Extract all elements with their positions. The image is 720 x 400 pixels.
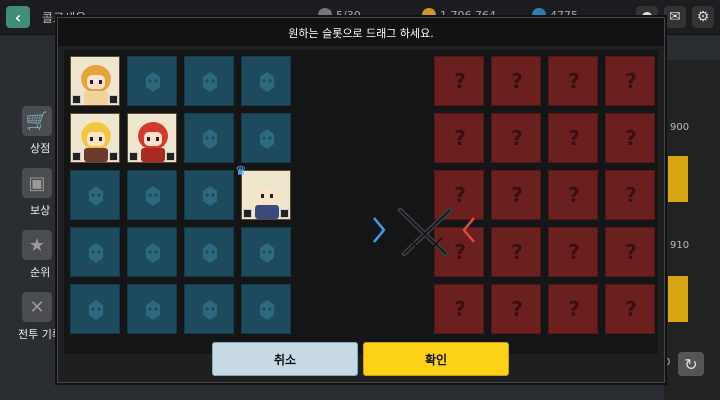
question-mark-icon: ?: [568, 240, 580, 264]
dialog-header: 원하는 슬롯으로 드래그 하세요.: [58, 18, 664, 46]
class-badge: [280, 209, 289, 218]
right-value: 900: [670, 122, 690, 133]
enemy-slot: ?: [434, 284, 484, 334]
question-mark-icon: ?: [454, 69, 466, 93]
empty-slot[interactable]: [184, 284, 234, 334]
enemy-slot: ?: [605, 284, 655, 334]
question-mark-icon: ?: [625, 297, 637, 321]
question-mark-icon: ?: [511, 183, 523, 207]
crown-icon: ♛: [235, 164, 247, 179]
empty-slot[interactable]: [184, 170, 234, 220]
crossed-swords-icon: [373, 207, 475, 257]
side-item-reward[interactable]: ▣ 보상: [0, 162, 56, 224]
gold-bar: [668, 276, 688, 322]
element-badge: [129, 152, 138, 161]
question-mark-icon: ?: [511, 69, 523, 93]
element-badge: [72, 95, 81, 104]
dialog-title: 원하는 슬롯으로 드래그 하세요.: [288, 27, 434, 40]
question-mark-icon: ?: [511, 240, 523, 264]
hero-slot-fox-girl[interactable]: [70, 56, 120, 106]
class-badge: [166, 152, 175, 161]
empty-slot[interactable]: [184, 113, 234, 163]
enemy-slot: ?: [605, 227, 655, 277]
enemy-slot: ?: [491, 170, 541, 220]
enemy-slot: ?: [491, 113, 541, 163]
confirm-button[interactable]: 확인: [363, 342, 509, 376]
empty-slot[interactable]: [241, 284, 291, 334]
element-badge: [243, 209, 252, 218]
question-mark-icon: ?: [511, 297, 523, 321]
right-value: 910: [670, 240, 690, 251]
empty-slot[interactable]: [127, 170, 177, 220]
refresh-button[interactable]: ↻: [678, 352, 704, 376]
empty-slot[interactable]: [70, 284, 120, 334]
enemy-slot: ?: [491, 56, 541, 106]
empty-slot[interactable]: [127, 227, 177, 277]
enemy-slot: ?: [548, 56, 598, 106]
enemy-slot: ?: [491, 284, 541, 334]
cancel-button[interactable]: 취소: [212, 342, 358, 376]
question-mark-icon: ?: [625, 69, 637, 93]
right-panel: [664, 60, 720, 400]
question-mark-icon: ?: [568, 126, 580, 150]
empty-slot[interactable]: [241, 113, 291, 163]
question-mark-icon: ?: [568, 297, 580, 321]
question-mark-icon: ?: [454, 297, 466, 321]
cart-icon: 🛒: [22, 106, 52, 136]
question-mark-icon: ?: [568, 183, 580, 207]
empty-slot[interactable]: [70, 227, 120, 277]
enemy-slot: ?: [605, 113, 655, 163]
enemy-slot: ?: [605, 56, 655, 106]
battle-log-icon: ✕: [22, 292, 52, 322]
question-mark-icon: ?: [511, 126, 523, 150]
gear-icon[interactable]: ⚙: [692, 6, 714, 28]
enemy-slot: ?: [548, 170, 598, 220]
mail-icon[interactable]: ✉: [664, 6, 686, 28]
enemy-slot: ?: [548, 113, 598, 163]
side-menu: 🛒 상점 ▣ 보상 ★ 순위 ✕ 전투 기록: [0, 100, 62, 348]
empty-slot[interactable]: [241, 227, 291, 277]
empty-slot[interactable]: [127, 284, 177, 334]
class-badge: [109, 95, 118, 104]
question-mark-icon: ?: [625, 126, 637, 150]
question-mark-icon: ?: [454, 126, 466, 150]
back-button[interactable]: ‹: [6, 6, 30, 28]
side-item-battle-log[interactable]: ✕ 전투 기록: [0, 286, 62, 348]
empty-slot[interactable]: [127, 56, 177, 106]
class-badge: [109, 152, 118, 161]
empty-slot[interactable]: [184, 227, 234, 277]
enemy-slot: ?: [491, 227, 541, 277]
slot-area: ????????????????????: [64, 50, 658, 354]
side-item-shop[interactable]: 🛒 상점: [0, 100, 56, 162]
empty-slot[interactable]: [241, 56, 291, 106]
enemy-slot: ?: [434, 113, 484, 163]
question-mark-icon: ?: [625, 183, 637, 207]
enemy-slot: ?: [605, 170, 655, 220]
ranking-icon: ★: [22, 230, 52, 260]
gold-bar: [668, 156, 688, 202]
hero-slot-blonde-mage[interactable]: [70, 113, 120, 163]
element-badge: [72, 152, 81, 161]
empty-slot[interactable]: [184, 56, 234, 106]
question-mark-icon: ?: [568, 69, 580, 93]
question-mark-icon: ?: [625, 240, 637, 264]
chevron-right-icon: [373, 217, 386, 243]
hero-slot-captain[interactable]: [241, 170, 291, 220]
enemy-slot: ?: [434, 56, 484, 106]
empty-slot[interactable]: [70, 170, 120, 220]
side-item-ranking[interactable]: ★ 순위: [0, 224, 56, 286]
formation-dialog: 원하는 슬롯으로 드래그 하세요. ???????????????????? ♛: [57, 17, 665, 383]
chevron-left-icon: [462, 217, 475, 243]
enemy-slot: ?: [548, 227, 598, 277]
gift-icon: ▣: [22, 168, 52, 198]
hero-slot-red-haired-girl[interactable]: [127, 113, 177, 163]
enemy-slot: ?: [548, 284, 598, 334]
